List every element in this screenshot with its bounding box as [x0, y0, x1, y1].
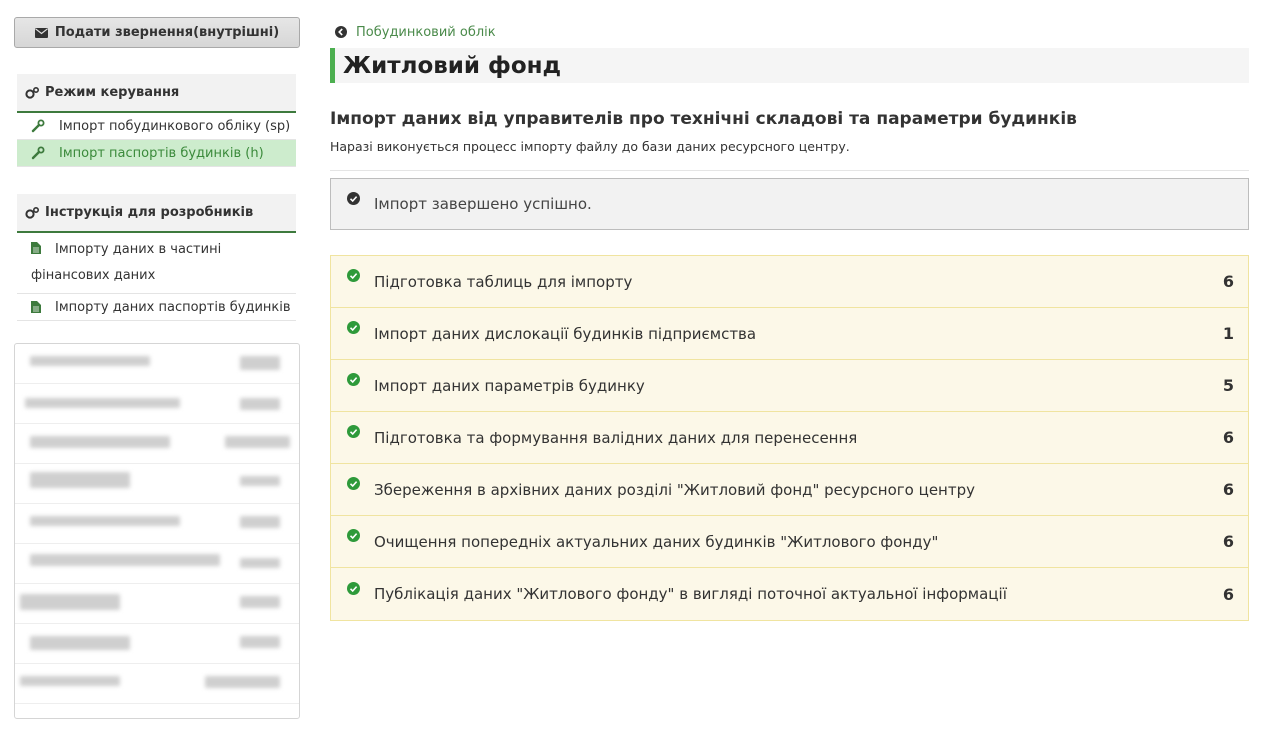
submit-appeal-button[interactable]: Подати звернення(внутрішні) — [14, 17, 300, 48]
status-text: Імпорт завершено успішно. — [374, 195, 592, 213]
sidebar-item-label: Імпорту даних в частині фінансових даних — [31, 242, 222, 283]
list-item: Імпорт даних дислокації будинків підприє… — [331, 308, 1248, 360]
step-count: 5 — [1222, 376, 1234, 395]
step-label: Підготовка та формування валідних даних … — [374, 428, 858, 447]
step-label: Збереження в архівних даних розділі "Жит… — [374, 480, 975, 499]
list-item: Очищення попередніх актуальних даних буд… — [331, 516, 1248, 568]
sidebar-item-import-sp[interactable]: Імпорт побудинкового обліку (sp) — [17, 113, 296, 140]
list-item: Підготовка та формування валідних даних … — [331, 412, 1248, 464]
breadcrumb-link[interactable]: Побудинковий облік — [356, 25, 496, 40]
envelope-icon — [34, 27, 48, 38]
step-label: Підготовка таблиць для імпорту — [374, 272, 633, 291]
check-circle-icon — [347, 321, 360, 334]
back-circle-icon[interactable] — [335, 26, 347, 38]
page-title: Житловий фонд — [330, 48, 1249, 83]
check-circle-icon — [347, 269, 360, 282]
step-count: 6 — [1222, 532, 1234, 551]
list-item: Імпорт даних параметрів будинку 5 — [331, 360, 1248, 412]
divider — [330, 170, 1249, 171]
check-circle-icon — [347, 373, 360, 386]
import-steps-list: Підготовка таблиць для імпорту 6 Імпорт … — [330, 255, 1249, 621]
dev-instructions-panel: Інструкція для розробників Імпорту даних… — [17, 194, 296, 321]
redacted-row — [15, 544, 299, 584]
document-icon — [31, 301, 41, 313]
step-label: Імпорт даних параметрів будинку — [374, 376, 645, 395]
step-label: Імпорт даних дислокації будинків підприє… — [374, 324, 757, 343]
gears-icon — [25, 206, 39, 219]
sidebar-item-label: Імпорт паспортів будинків (h) — [59, 145, 264, 161]
list-item: Публікація даних "Житлового фонду" в виг… — [331, 568, 1248, 620]
redacted-row — [15, 384, 299, 424]
sidebar-item-financial-import[interactable]: Імпорту даних в частині фінансових даних — [17, 233, 296, 294]
dev-instructions-header: Інструкція для розробників — [17, 194, 296, 233]
section-subtitle: Наразі виконується процесс імпорту файлу… — [330, 139, 850, 154]
step-count: 1 — [1222, 324, 1234, 343]
control-mode-title: Режим керування — [45, 85, 180, 100]
check-circle-icon — [347, 477, 360, 490]
list-item: Підготовка таблиць для імпорту 6 — [331, 256, 1248, 308]
wrench-icon — [31, 119, 45, 133]
step-label: Публікація даних "Житлового фонду" в виг… — [374, 585, 1007, 603]
check-circle-icon — [347, 529, 360, 542]
status-message: Імпорт завершено успішно. — [330, 178, 1249, 230]
redacted-row — [15, 584, 299, 624]
control-mode-panel: Режим керування Імпорт побудинкового обл… — [17, 74, 296, 167]
redacted-row — [15, 504, 299, 544]
sidebar-item-import-passports[interactable]: Імпорт паспортів будинків (h) — [17, 140, 296, 167]
sidebar-item-label: Імпорту даних паспортів будинків — [55, 299, 291, 315]
step-label: Очищення попередніх актуальних даних буд… — [374, 532, 939, 551]
sidebar-item-label: Імпорт побудинкового обліку (sp) — [59, 118, 291, 134]
check-circle-icon — [347, 581, 360, 595]
step-count: 6 — [1222, 272, 1234, 291]
redacted-widget — [14, 343, 300, 719]
control-mode-header: Режим керування — [17, 74, 296, 113]
breadcrumb: Побудинковий облік — [330, 20, 1249, 44]
list-item: Збереження в архівних даних розділі "Жит… — [331, 464, 1248, 516]
step-count: 6 — [1222, 428, 1234, 447]
sidebar-item-passport-import[interactable]: Імпорту даних паспортів будинків — [17, 294, 296, 321]
step-count: 6 — [1222, 584, 1234, 604]
sidebar: Подати звернення(внутрішні) Режим керува… — [14, 17, 300, 321]
check-circle-icon — [347, 191, 360, 205]
dev-instructions-title: Інструкція для розробників — [45, 205, 254, 220]
section-title: Імпорт даних від управителів про технічн… — [330, 109, 1077, 129]
redacted-row — [15, 344, 299, 384]
wrench-icon — [31, 146, 45, 160]
step-count: 6 — [1222, 480, 1234, 499]
redacted-row — [15, 664, 299, 704]
document-icon — [31, 242, 41, 254]
redacted-row — [15, 424, 299, 464]
submit-appeal-label: Подати звернення(внутрішні) — [54, 25, 280, 40]
redacted-row — [15, 624, 299, 664]
check-circle-icon — [347, 425, 360, 438]
redacted-row — [15, 464, 299, 504]
gears-icon — [25, 86, 39, 99]
main-content: Побудинковий облік Житловий фонд Імпорт … — [330, 20, 1249, 621]
